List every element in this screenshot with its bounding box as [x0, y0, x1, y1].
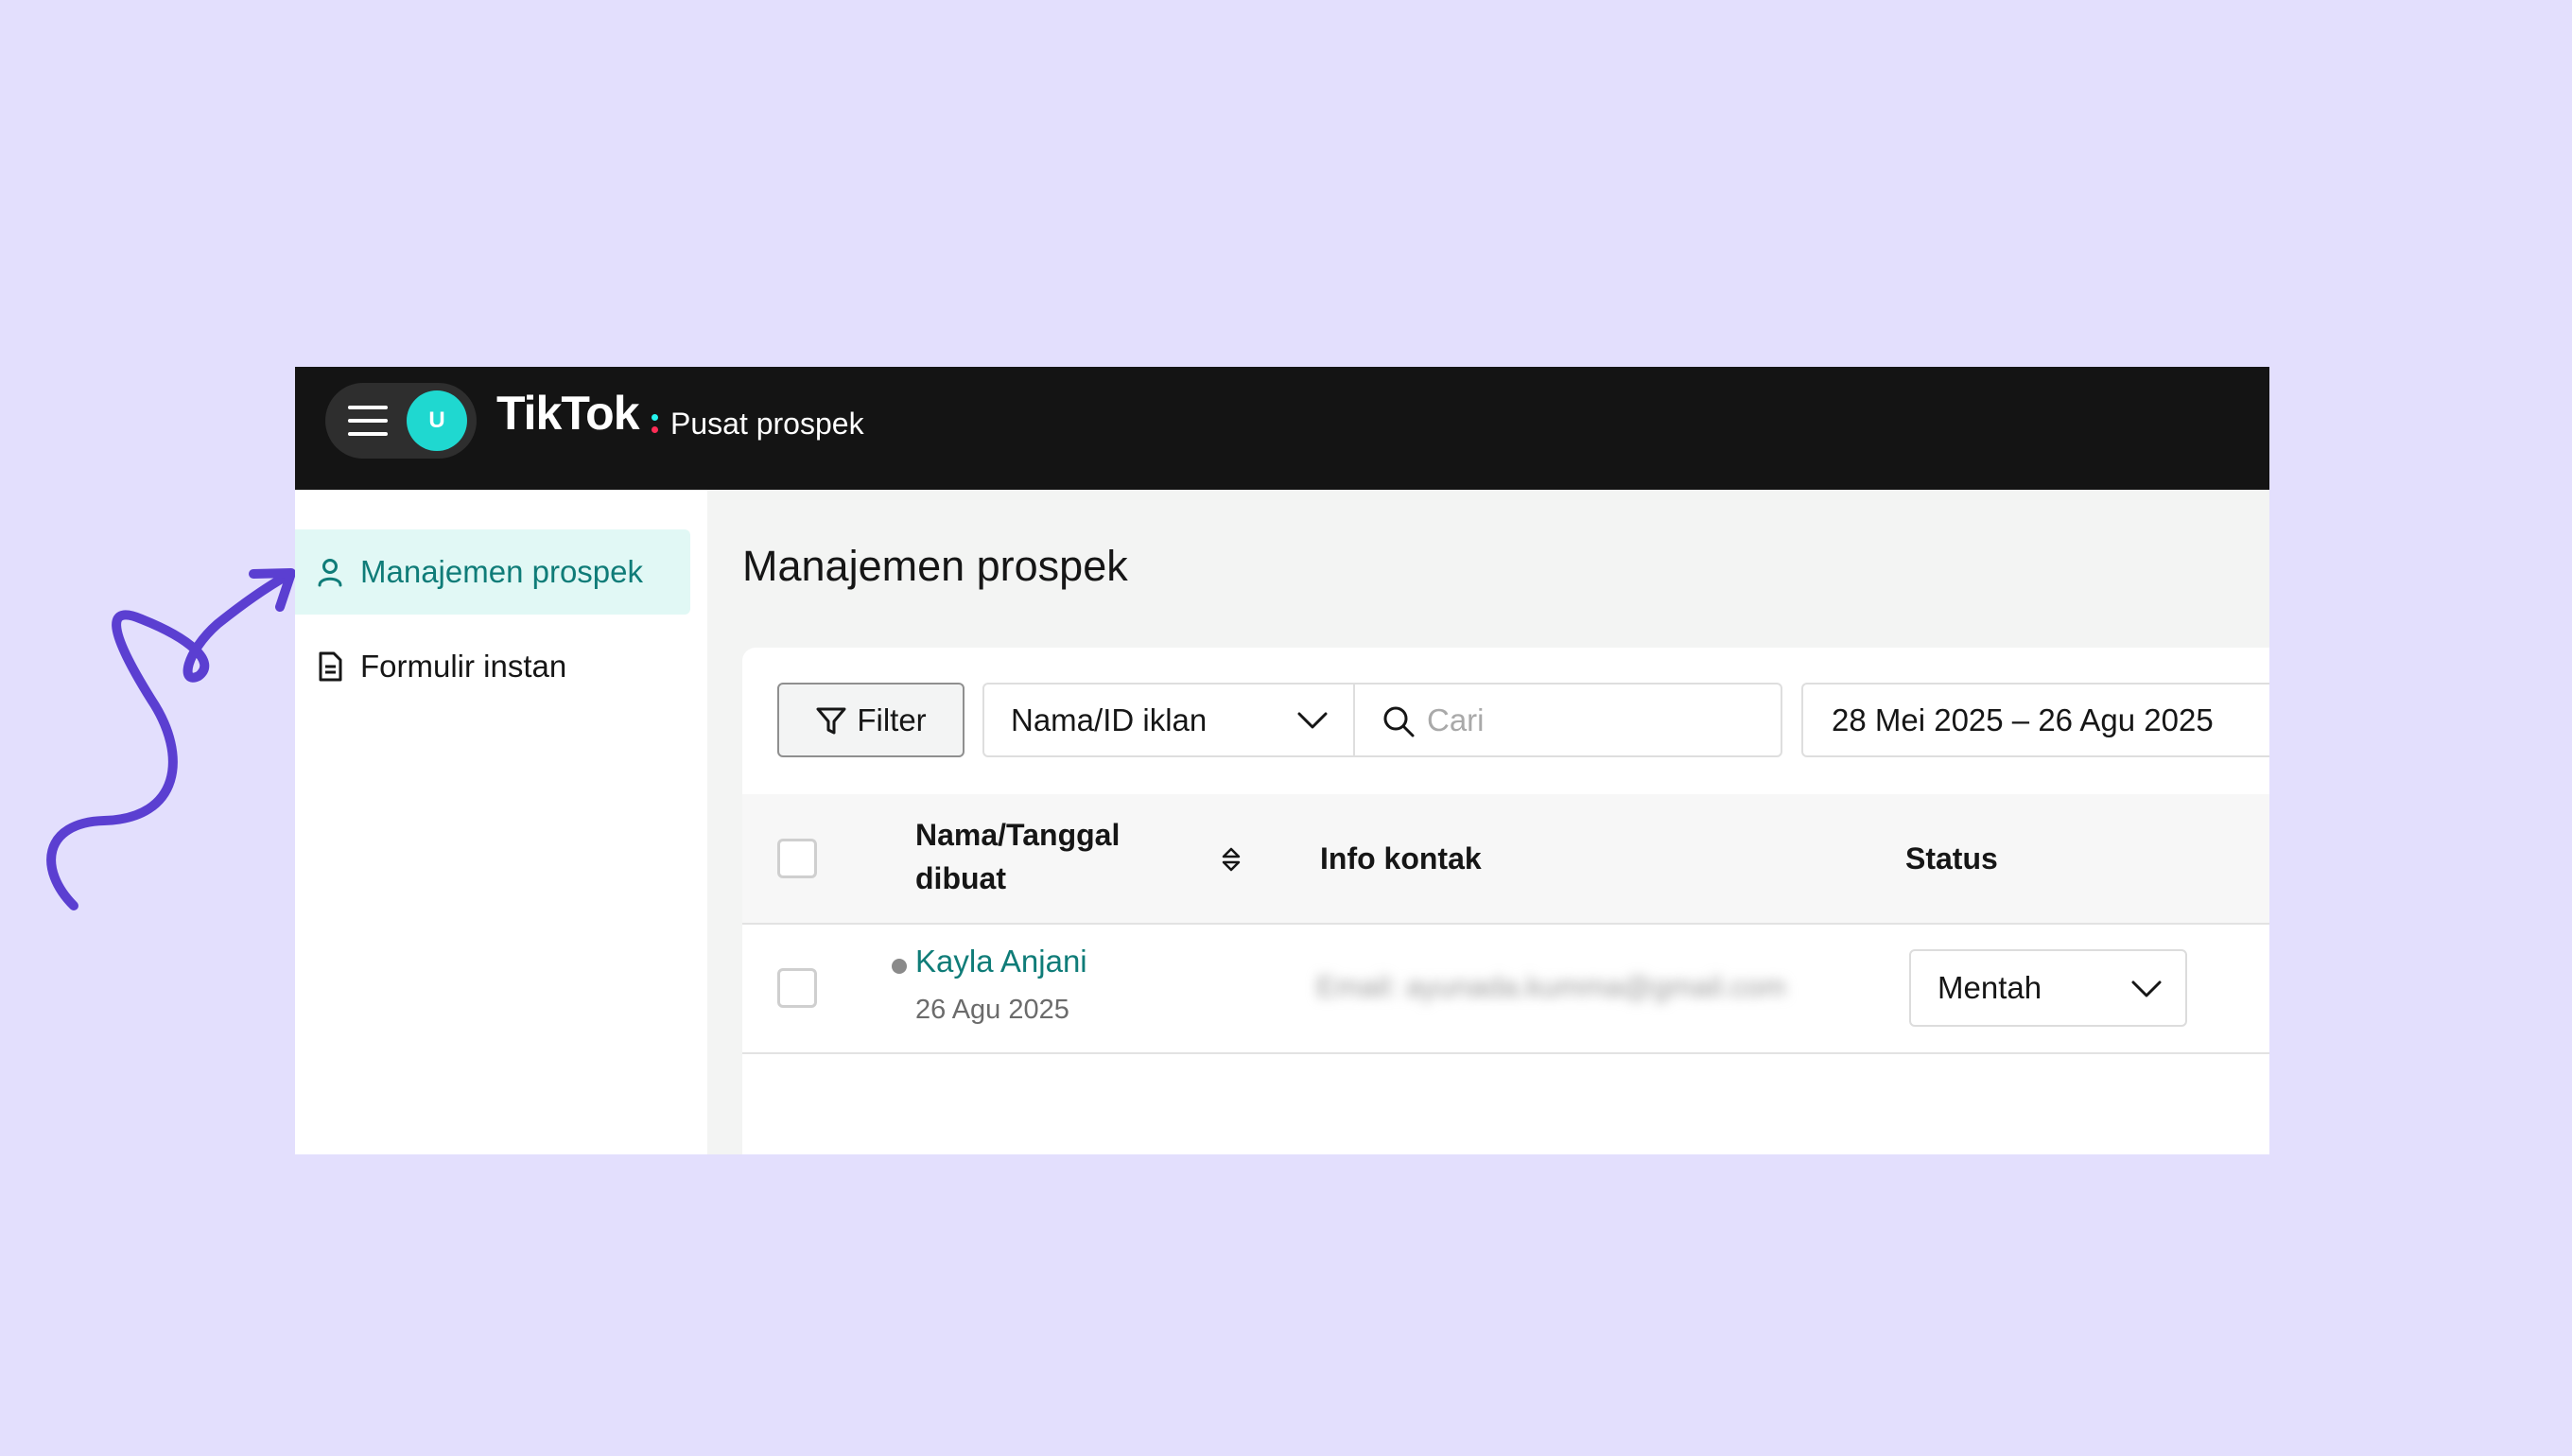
table-header: Nama/Tanggal dibuat Info kontak Status — [742, 794, 2269, 925]
document-icon — [319, 651, 342, 682]
filter-button[interactable]: Filter — [777, 683, 964, 757]
user-icon — [318, 559, 342, 587]
sidebar-item-label: Manajemen prospek — [360, 554, 643, 589]
contact-info-blurred: Email: ayunada.kumma@gmail.com — [1316, 970, 1786, 1003]
filter-label: Filter — [857, 702, 927, 737]
date-range-value: 28 Mei 2025 – 26 Agu 2025 — [1832, 702, 2214, 737]
search-placeholder: Cari — [1427, 702, 1485, 737]
top-bar: U TikTok Pusat prospek — [295, 367, 2269, 490]
table-row: Kayla Anjani 26 Agu 2025 Email: ayunada.… — [742, 925, 2269, 1054]
status-select[interactable]: Mentah — [1909, 949, 2187, 1027]
sidebar: Manajemen prospek Formulir instan — [295, 490, 707, 1154]
account-menu-toggle[interactable]: U — [325, 383, 477, 459]
ad-name-select[interactable]: Nama/ID iklan — [982, 683, 1355, 757]
search-icon — [1383, 706, 1415, 737]
app-window: U TikTok Pusat prospek Manajemen prospek… — [295, 367, 2269, 1154]
page-title: Manajemen prospek — [742, 542, 1128, 590]
column-header-name-line1: Nama/Tanggal — [915, 818, 1121, 852]
column-header-name-line2: dibuat — [915, 861, 1006, 895]
logo-colon-icon — [652, 414, 660, 435]
tiktok-logo: TikTok — [496, 387, 640, 440]
search-input[interactable]: Cari — [1353, 683, 1782, 757]
funnel-icon — [816, 707, 846, 734]
leads-panel: Filter Nama/ID iklan Cari 28 Mei 2025 – … — [742, 648, 2269, 1154]
avatar[interactable]: U — [407, 390, 467, 451]
main-content: Manajemen prospek Filter Nama/ID iklan C… — [707, 490, 2269, 1154]
sort-icon[interactable] — [1220, 845, 1243, 874]
sidebar-item-formulir-instan[interactable]: Formulir instan — [295, 624, 690, 709]
date-range-picker[interactable]: 28 Mei 2025 – 26 Agu 2025 — [1801, 683, 2269, 757]
sidebar-item-manajemen-prospek[interactable]: Manajemen prospek — [295, 529, 690, 615]
ad-name-select-value: Nama/ID iklan — [1011, 702, 1208, 737]
lead-name-link[interactable]: Kayla Anjani — [915, 944, 1087, 979]
hamburger-icon[interactable] — [348, 406, 388, 436]
status-select-value: Mentah — [1938, 970, 2042, 1005]
select-all-checkbox[interactable] — [777, 839, 817, 878]
status-dot-icon — [892, 959, 907, 974]
lead-created-date: 26 Agu 2025 — [915, 995, 1069, 1025]
column-header-status: Status — [1905, 841, 1998, 875]
sidebar-item-label: Formulir instan — [360, 649, 567, 684]
chevron-down-icon — [2131, 980, 2162, 997]
row-checkbox[interactable] — [777, 968, 817, 1008]
column-header-name[interactable]: Nama/Tanggal dibuat — [915, 813, 1120, 900]
chevron-down-icon — [1297, 712, 1328, 729]
app-name: Pusat prospek — [670, 407, 864, 441]
column-header-contact: Info kontak — [1320, 841, 1482, 875]
